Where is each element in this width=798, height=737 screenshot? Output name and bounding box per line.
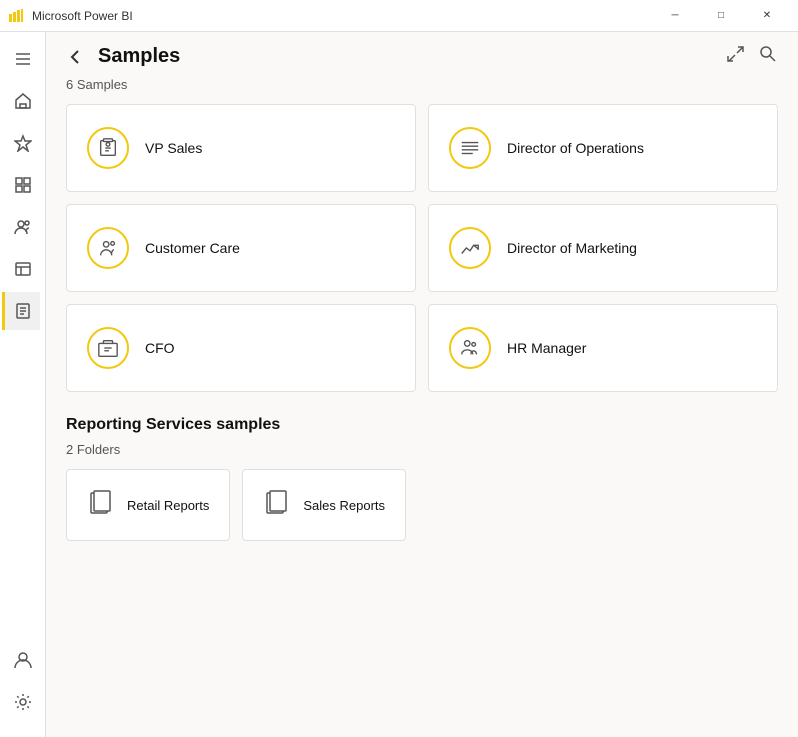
minimize-button[interactable]: ─ bbox=[652, 0, 698, 32]
content-area: 6 Samples VP Sales bbox=[46, 77, 798, 737]
sidebar-item-home[interactable] bbox=[4, 82, 42, 120]
powerbi-icon bbox=[8, 8, 24, 24]
samples-grid: VP Sales Director of Operations bbox=[66, 104, 778, 392]
close-button[interactable]: ✕ bbox=[744, 0, 790, 32]
hr-manager-icon bbox=[449, 327, 491, 369]
folders-grid: Retail Reports Sales Reports bbox=[66, 469, 778, 541]
sidebar-item-reports[interactable] bbox=[2, 292, 40, 330]
titlebar: Microsoft Power BI ─ □ ✕ bbox=[0, 0, 798, 32]
samples-count: 6 Samples bbox=[66, 77, 778, 92]
retail-reports-icon bbox=[87, 489, 115, 522]
sample-card-vp-sales[interactable]: VP Sales bbox=[66, 104, 416, 192]
sample-card-director-marketing[interactable]: Director of Marketing bbox=[428, 204, 778, 292]
sample-card-hr-manager[interactable]: HR Manager bbox=[428, 304, 778, 392]
sales-reports-icon bbox=[263, 489, 291, 522]
hr-manager-label: HR Manager bbox=[507, 340, 586, 356]
director-marketing-icon bbox=[449, 227, 491, 269]
expand-icon[interactable] bbox=[726, 44, 746, 69]
search-icon[interactable] bbox=[758, 44, 778, 69]
sidebar-item-user[interactable] bbox=[4, 641, 42, 679]
folder-card-sales-reports[interactable]: Sales Reports bbox=[242, 469, 406, 541]
customer-care-label: Customer Care bbox=[145, 240, 240, 256]
sidebar bbox=[0, 32, 46, 737]
app-shell: Samples 6 Samples bbox=[0, 32, 798, 737]
header-actions bbox=[726, 44, 778, 69]
page-header: Samples bbox=[46, 32, 798, 77]
sidebar-item-favorites[interactable] bbox=[4, 124, 42, 162]
director-marketing-label: Director of Marketing bbox=[507, 240, 637, 256]
vp-sales-icon bbox=[87, 127, 129, 169]
maximize-button[interactable]: □ bbox=[698, 0, 744, 32]
retail-reports-label: Retail Reports bbox=[127, 498, 209, 513]
window-title: Microsoft Power BI bbox=[32, 9, 133, 23]
sidebar-bottom bbox=[4, 641, 42, 729]
titlebar-controls: ─ □ ✕ bbox=[652, 0, 790, 32]
main-content: Samples 6 Samples bbox=[46, 32, 798, 737]
back-button[interactable] bbox=[66, 47, 86, 67]
sidebar-item-workspace[interactable] bbox=[4, 250, 42, 288]
customer-care-icon bbox=[87, 227, 129, 269]
cfo-label: CFO bbox=[145, 340, 175, 356]
sales-reports-label: Sales Reports bbox=[303, 498, 385, 513]
vp-sales-label: VP Sales bbox=[145, 140, 202, 156]
cfo-icon bbox=[87, 327, 129, 369]
folders-count: 2 Folders bbox=[66, 442, 778, 457]
folder-card-retail-reports[interactable]: Retail Reports bbox=[66, 469, 230, 541]
sidebar-item-shared[interactable] bbox=[4, 208, 42, 246]
header-left: Samples bbox=[66, 45, 180, 68]
sample-card-cfo[interactable]: CFO bbox=[66, 304, 416, 392]
director-ops-label: Director of Operations bbox=[507, 140, 644, 156]
sidebar-item-apps[interactable] bbox=[4, 166, 42, 204]
page-title: Samples bbox=[98, 45, 180, 68]
sample-card-customer-care[interactable]: Customer Care bbox=[66, 204, 416, 292]
reporting-section-title: Reporting Services samples bbox=[66, 416, 778, 434]
sample-card-director-ops[interactable]: Director of Operations bbox=[428, 104, 778, 192]
titlebar-left: Microsoft Power BI bbox=[8, 8, 133, 24]
sidebar-item-settings[interactable] bbox=[4, 683, 42, 721]
sidebar-item-menu[interactable] bbox=[4, 40, 42, 78]
director-ops-icon bbox=[449, 127, 491, 169]
